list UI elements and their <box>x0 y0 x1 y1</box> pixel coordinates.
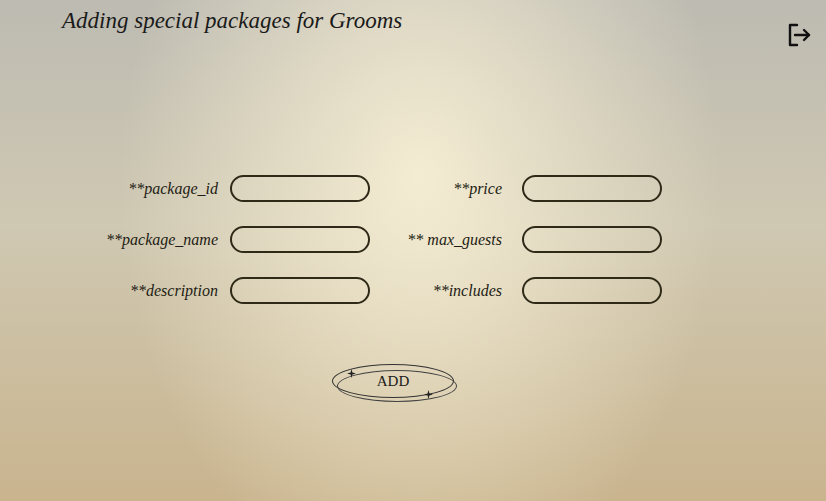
package-form: **package_id**package_name**description*… <box>0 46 826 304</box>
field-input[interactable] <box>230 226 370 253</box>
field-label: ** max_guests <box>380 231 502 249</box>
form-field: **package_id <box>70 175 370 202</box>
form-field: **description <box>70 277 370 304</box>
field-input[interactable] <box>522 277 662 304</box>
field-input[interactable] <box>230 175 370 202</box>
actions: ADD <box>0 304 826 398</box>
sparkle-icon <box>347 369 356 378</box>
form-field: **includes <box>380 277 662 304</box>
field-input[interactable] <box>522 175 662 202</box>
form-column: **price ** max_guests **includes <box>380 175 662 304</box>
field-input[interactable] <box>522 226 662 253</box>
page-title: Adding special packages for Grooms <box>62 8 402 34</box>
field-label: **price <box>380 180 502 198</box>
field-label: **includes <box>380 282 502 300</box>
sparkle-icon <box>424 390 433 399</box>
form-field: ** max_guests <box>380 226 662 253</box>
header: Adding special packages for Grooms <box>0 0 826 46</box>
logout-button[interactable] <box>786 22 812 48</box>
field-label: **package_name <box>70 231 218 249</box>
form-column: **package_id **package_name **description <box>70 175 370 304</box>
add-button[interactable]: ADD <box>332 364 454 398</box>
field-label: **description <box>70 282 218 300</box>
form-field: **price <box>380 175 662 202</box>
logout-icon <box>786 22 812 48</box>
field-input[interactable] <box>230 277 370 304</box>
field-label: **package_id <box>70 180 218 198</box>
page: Adding special packages for Grooms **pack… <box>0 0 826 501</box>
form-field: **package_name <box>70 226 370 253</box>
